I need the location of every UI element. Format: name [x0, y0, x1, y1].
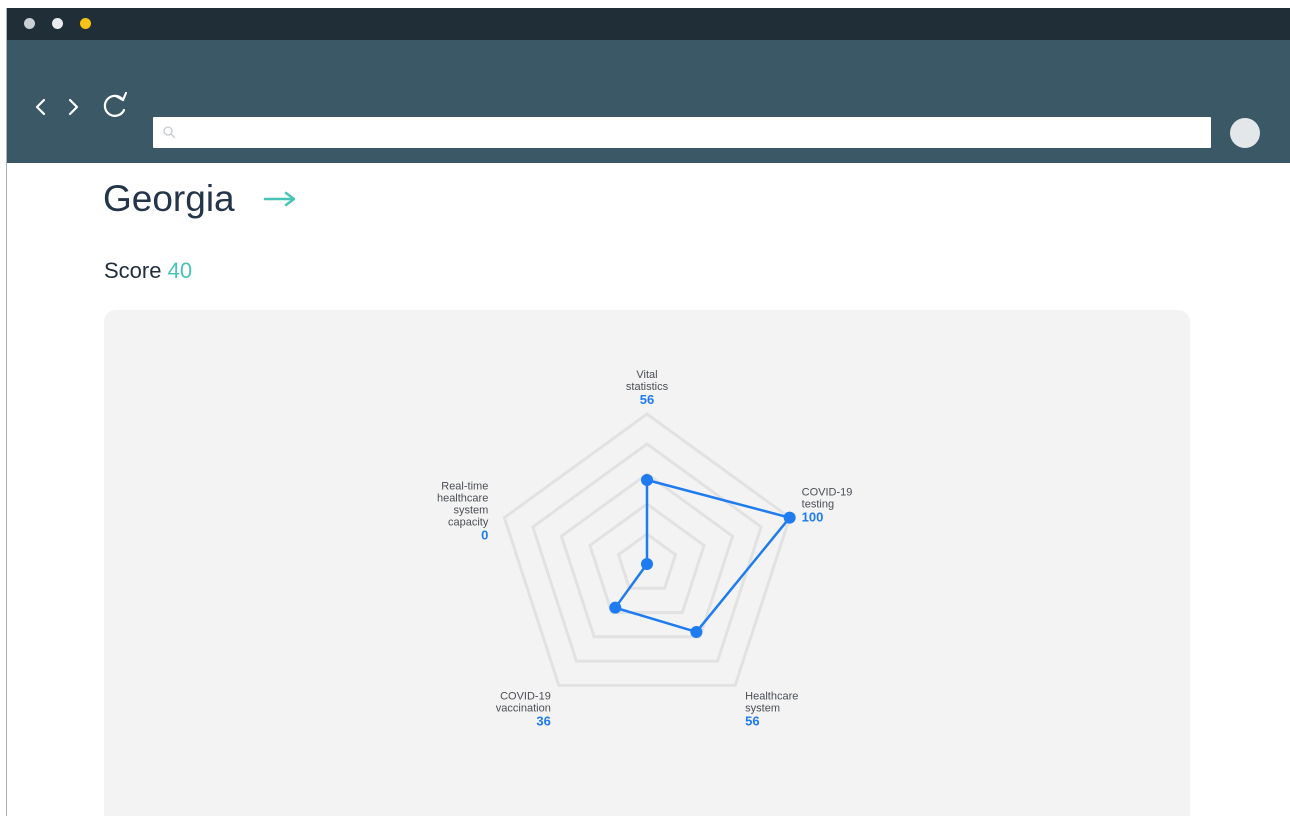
browser-toolbar: [7, 40, 1290, 163]
radar-data-point: [641, 558, 653, 570]
back-button[interactable]: [33, 97, 47, 117]
score-value: 40: [167, 258, 193, 283]
score-row: Score 40: [104, 260, 192, 282]
search-icon: [162, 125, 176, 144]
address-bar[interactable]: [153, 117, 1211, 150]
radar-axis-label: Vital: [636, 369, 657, 381]
radar-axis-label: COVID-19: [802, 487, 853, 499]
radar-axis-label: Healthcare: [745, 690, 798, 702]
window-dot-maximize[interactable]: [80, 18, 91, 29]
radar-axis-value: 100: [802, 510, 824, 525]
radar-data-point: [690, 625, 703, 638]
radar-data-point: [641, 474, 653, 486]
score-label: Score: [104, 258, 162, 283]
radar-axis-label: system: [453, 505, 488, 517]
radar-axis-label: Real-time: [441, 481, 488, 493]
radar-data-point: [783, 511, 796, 524]
radar-data-point: [609, 601, 622, 614]
reload-icon: [103, 91, 128, 117]
radar-series-line: [614, 478, 791, 634]
browser-window: Georgia Score 40 Vital statistics 56 COVID-…: [6, 8, 1290, 816]
radar-chart-panel: Vital statistics 56 COVID-19 testing 100 Healt…: [104, 310, 1190, 816]
address-input[interactable]: [179, 117, 1203, 150]
radar-axis-value: 0: [481, 528, 488, 543]
radar-axis-value: 56: [745, 713, 759, 728]
radar-axis-value: 56: [640, 392, 654, 407]
reload-button[interactable]: [99, 91, 131, 119]
radar-axis-label: healthcare: [437, 493, 488, 505]
radar-chart: Vitalstatistics56COVID-19testing100Healt…: [437, 369, 853, 728]
profile-circle-icon[interactable]: [1230, 118, 1260, 148]
page-title: Georgia: [103, 178, 235, 219]
radar-axis-label: COVID-19: [500, 690, 551, 702]
chevron-left-icon: [35, 98, 46, 116]
arrow-right-icon[interactable]: [263, 190, 299, 213]
window-dot-minimize[interactable]: [52, 18, 63, 29]
forward-button[interactable]: [67, 97, 81, 117]
window-titlebar: [7, 8, 1290, 40]
window-dot-close[interactable]: [24, 18, 35, 29]
radar-axis-value: 36: [536, 713, 550, 728]
chevron-right-icon: [68, 98, 79, 116]
